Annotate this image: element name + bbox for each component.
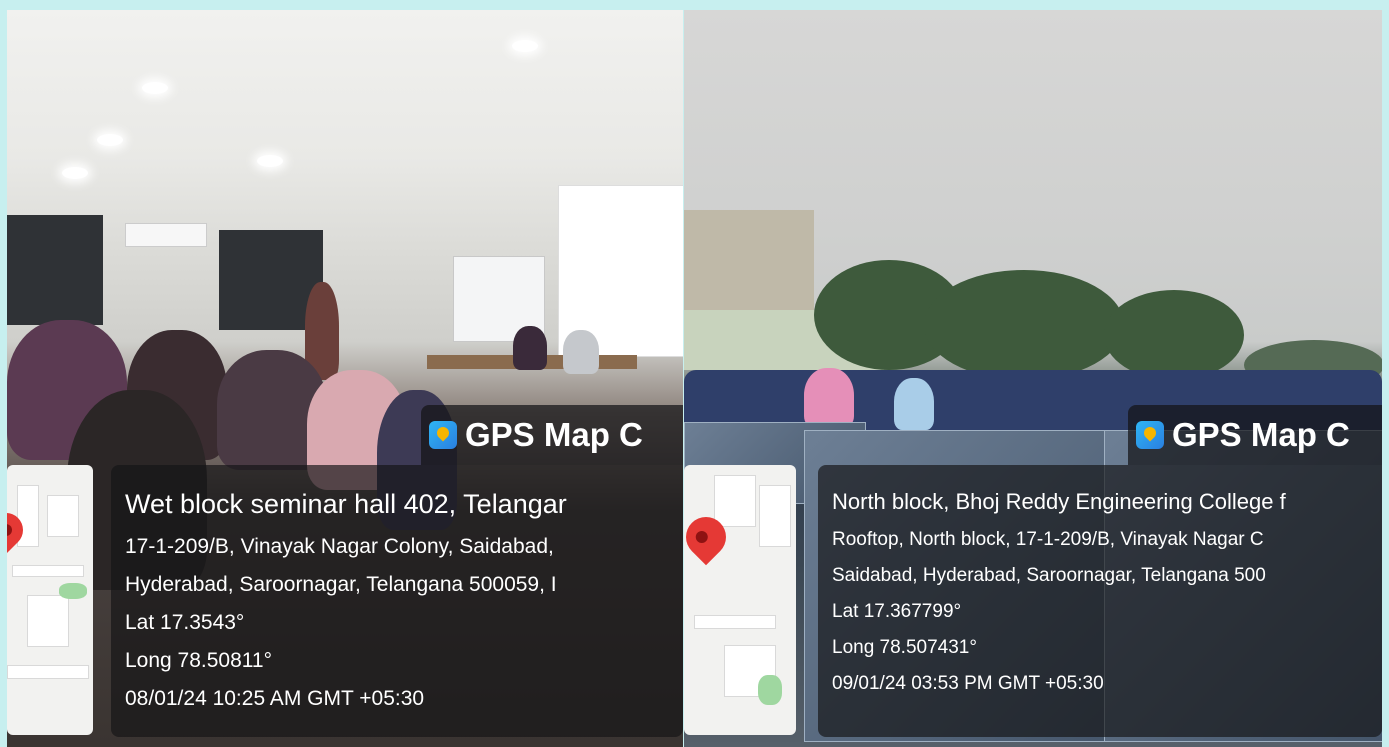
address-line-2: Saidabad, Hyderabad, Saroornagar, Telang…: [832, 565, 1266, 586]
location-map-thumbnail: [684, 465, 796, 735]
gps-map-camera-icon: [1136, 421, 1164, 449]
gps-info-box: Wet block seminar hall 402, Telangar 17-…: [111, 465, 683, 737]
longitude: Long 78.50811°: [125, 649, 272, 672]
gps-info-box: North block, Bhoj Reddy Engineering Coll…: [818, 465, 1382, 737]
location-map-thumbnail: [7, 465, 93, 735]
gps-app-label: GPS Map C: [465, 416, 643, 453]
timestamp: 08/01/24 10:25 AM GMT +05:30: [125, 687, 425, 710]
timestamp: 09/01/24 03:53 PM GMT +05:30: [832, 673, 1104, 694]
gps-map-camera-icon: [429, 421, 457, 449]
left-photo-panel: GPS Map C Wet block seminar hall 402, Te…: [7, 10, 683, 747]
address-line-1: Rooftop, North block, 17-1-209/B, Vinaya…: [832, 529, 1264, 550]
location-title: North block, Bhoj Reddy Engineering Coll…: [832, 489, 1286, 514]
latitude: Lat 17.3543°: [125, 611, 245, 634]
right-photo-panel: GPS Map C North block, Bhoj Reddy Engine…: [684, 10, 1382, 747]
address-line-1: 17-1-209/B, Vinayak Nagar Colony, Saidab…: [125, 535, 554, 558]
address-line-2: Hyderabad, Saroornagar, Telangana 500059…: [125, 573, 557, 596]
gps-app-label: GPS Map C: [1172, 416, 1350, 453]
gps-app-header: GPS Map C: [1128, 405, 1382, 465]
longitude: Long 78.507431°: [832, 637, 977, 658]
latitude: Lat 17.367799°: [832, 601, 962, 622]
location-title: Wet block seminar hall 402, Telangar: [125, 489, 567, 519]
gps-app-header: GPS Map C: [421, 405, 683, 465]
